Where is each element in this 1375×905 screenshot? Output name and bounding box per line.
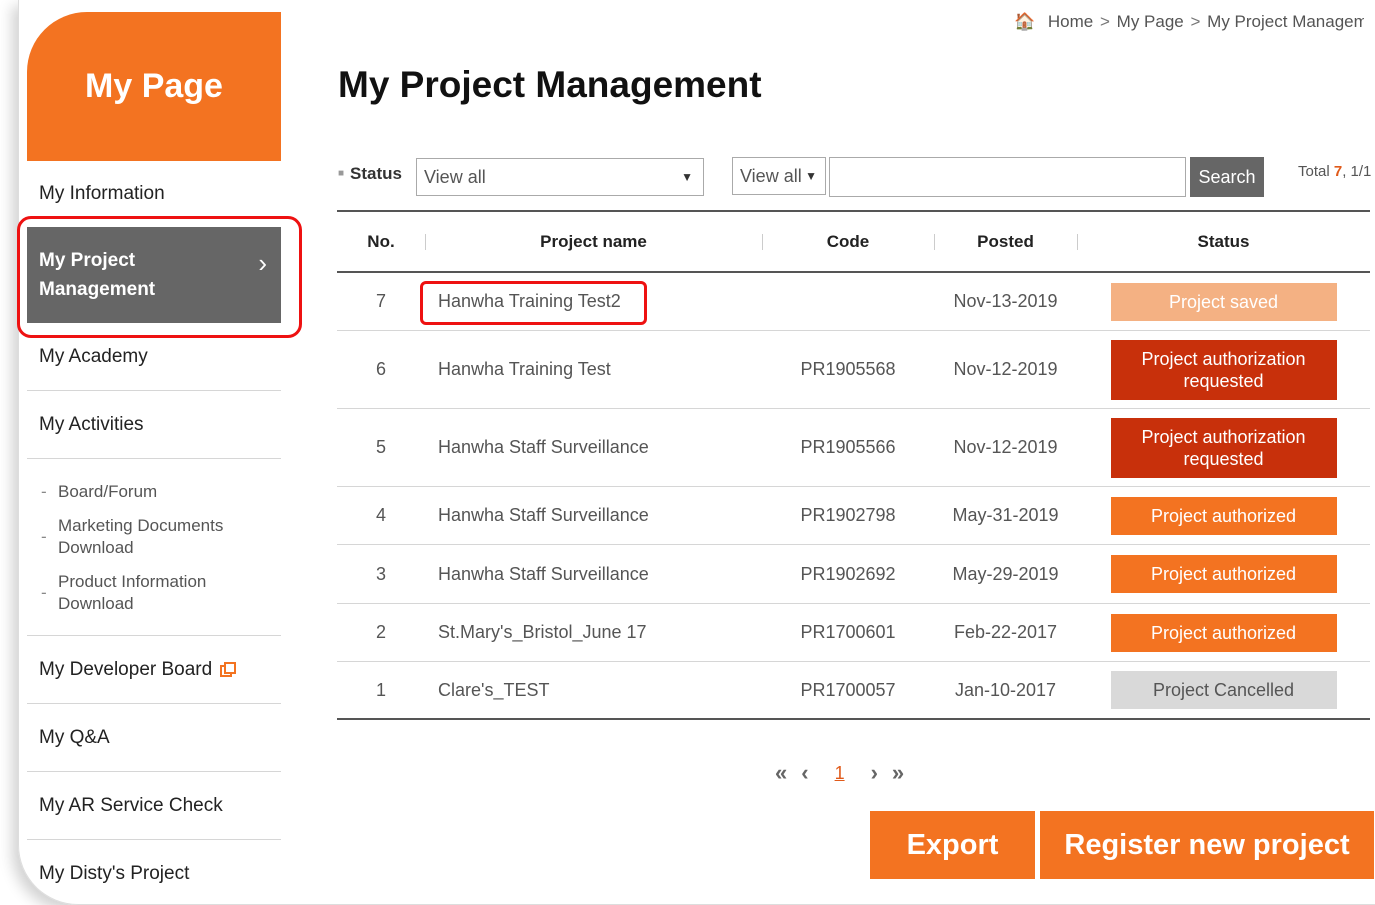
breadcrumb-my-page[interactable]: My Page	[1117, 12, 1184, 31]
table-row[interactable]: 2 St.Mary's_Bristol_June 17 PR1700601 Fe…	[337, 604, 1370, 662]
dropdown-arrow-icon: ▼	[805, 169, 817, 183]
cell-no: 7	[375, 291, 386, 311]
cell-posted: Feb-22-2017	[953, 622, 1058, 642]
page-number[interactable]: 1	[835, 763, 845, 784]
sidebar-item-my-activities[interactable]: My Activities	[27, 391, 281, 459]
cell-posted: Nov-13-2019	[953, 291, 1058, 311]
project-table: No. Project name Code Posted Status 7 Ha…	[337, 210, 1370, 720]
type-select[interactable]: View all ▼	[732, 157, 826, 195]
external-link-icon	[220, 661, 237, 677]
cell-project-name[interactable]: St.Mary's_Bristol_June 17	[425, 622, 762, 643]
cell-code: PR1905566	[800, 437, 896, 457]
sidebar-title: My Page	[27, 12, 281, 161]
cell-no: 6	[375, 359, 386, 379]
subnav-item-board-forum[interactable]: - Board/Forum	[41, 481, 281, 503]
highlight-annotation-row	[420, 281, 647, 325]
cell-code: PR1905568	[800, 359, 896, 379]
breadcrumb-separator: >	[1100, 12, 1110, 31]
status-select[interactable]: View all ▼	[416, 158, 704, 196]
subnav-item-marketing-documents[interactable]: - Marketing Documents Download	[41, 515, 281, 559]
search-button[interactable]: Search	[1190, 157, 1264, 197]
cell-project-name[interactable]: Hanwha Staff Surveillance	[425, 437, 762, 458]
table-header: No. Project name Code Posted Status	[337, 212, 1370, 273]
sidebar-item-my-qa[interactable]: My Q&A	[27, 704, 281, 772]
prev-page-icon[interactable]: ‹	[801, 760, 808, 786]
table-row[interactable]: 4 Hanwha Staff Surveillance PR1902798 Ma…	[337, 487, 1370, 545]
status-badge: Project authorized	[1110, 555, 1337, 593]
highlight-annotation-sidebar	[17, 216, 302, 338]
register-new-project-button[interactable]: Register new project	[1040, 811, 1374, 879]
table-row[interactable]: 1 Clare's_TEST PR1700057 Jan-10-2017 Pro…	[337, 662, 1370, 720]
sidebar-item-my-distys-project[interactable]: My Disty's Project	[27, 840, 281, 905]
column-header-posted: Posted	[934, 232, 1077, 252]
status-badge: Project saved	[1110, 282, 1337, 321]
next-page-icon[interactable]: ›	[871, 760, 878, 786]
sidebar-item-my-developer-board[interactable]: My Developer Board	[27, 636, 281, 704]
first-page-icon[interactable]: «	[775, 760, 787, 786]
export-button[interactable]: Export	[870, 811, 1035, 879]
total-count: Total 7, 1/1	[1298, 163, 1372, 180]
bullet-icon: ■	[338, 168, 345, 179]
column-header-code: Code	[762, 232, 934, 252]
page-title: My Project Management	[338, 64, 762, 105]
cell-project-name[interactable]: Hanwha Staff Surveillance	[425, 564, 762, 585]
column-header-status: Status	[1077, 232, 1370, 252]
cell-posted: May-29-2019	[952, 563, 1059, 584]
table-row[interactable]: 3 Hanwha Staff Surveillance PR1902692 Ma…	[337, 545, 1370, 604]
pagination: « ‹ 1 › »	[775, 760, 904, 786]
cell-no: 1	[375, 679, 386, 700]
subnav-item-product-information[interactable]: - Product Information Download	[41, 571, 281, 615]
cell-project-name[interactable]: Clare's_TEST	[425, 680, 762, 701]
cell-no: 5	[375, 437, 386, 457]
sidebar: My Page My Information My Project Manage…	[27, 12, 281, 905]
table-row[interactable]: 5 Hanwha Staff Surveillance PR1905566 No…	[337, 409, 1370, 487]
status-badge: Project authorization requested	[1110, 339, 1337, 400]
status-badge: Project authorization requested	[1110, 417, 1337, 478]
cell-project-name[interactable]: Hanwha Staff Surveillance	[425, 505, 762, 526]
cell-code: PR1902798	[800, 505, 896, 525]
cell-posted: Nov-12-2019	[953, 359, 1058, 379]
breadcrumb-current: My Project Management	[1207, 12, 1364, 31]
sidebar-item-my-ar-service-check[interactable]: My AR Service Check	[27, 772, 281, 840]
breadcrumb: 🏠 Home > My Page > My Project Management	[1014, 12, 1364, 32]
status-badge: Project Cancelled	[1110, 671, 1337, 709]
table-row[interactable]: 7 Hanwha Training Test2 Nov-13-2019 Proj…	[337, 273, 1370, 331]
cell-no: 4	[375, 505, 386, 525]
status-filter-label: ■ Status	[338, 164, 403, 183]
cell-code: PR1700601	[800, 622, 896, 642]
activities-subnav: - Board/Forum - Marketing Documents Down…	[27, 459, 281, 636]
column-header-project-name: Project name	[425, 232, 762, 252]
search-input[interactable]	[829, 157, 1186, 197]
breadcrumb-home[interactable]: Home	[1048, 12, 1093, 31]
cell-no: 3	[375, 563, 386, 584]
dropdown-arrow-icon: ▼	[681, 170, 693, 184]
breadcrumb-separator: >	[1190, 12, 1201, 31]
last-page-icon[interactable]: »	[892, 760, 904, 786]
status-badge: Project authorized	[1110, 613, 1337, 652]
table-row[interactable]: 6 Hanwha Training Test PR1905568 Nov-12-…	[337, 331, 1370, 409]
column-header-no: No.	[367, 231, 395, 251]
cell-posted: Nov-12-2019	[953, 437, 1058, 457]
cell-code: PR1700057	[800, 679, 896, 700]
cell-no: 2	[375, 622, 386, 642]
cell-posted: Jan-10-2017	[954, 679, 1057, 700]
status-badge: Project authorized	[1110, 496, 1337, 535]
cell-project-name[interactable]: Hanwha Training Test	[425, 359, 762, 380]
cell-code: PR1902692	[800, 563, 896, 584]
home-icon: 🏠	[1014, 12, 1036, 31]
cell-posted: May-31-2019	[952, 505, 1059, 525]
